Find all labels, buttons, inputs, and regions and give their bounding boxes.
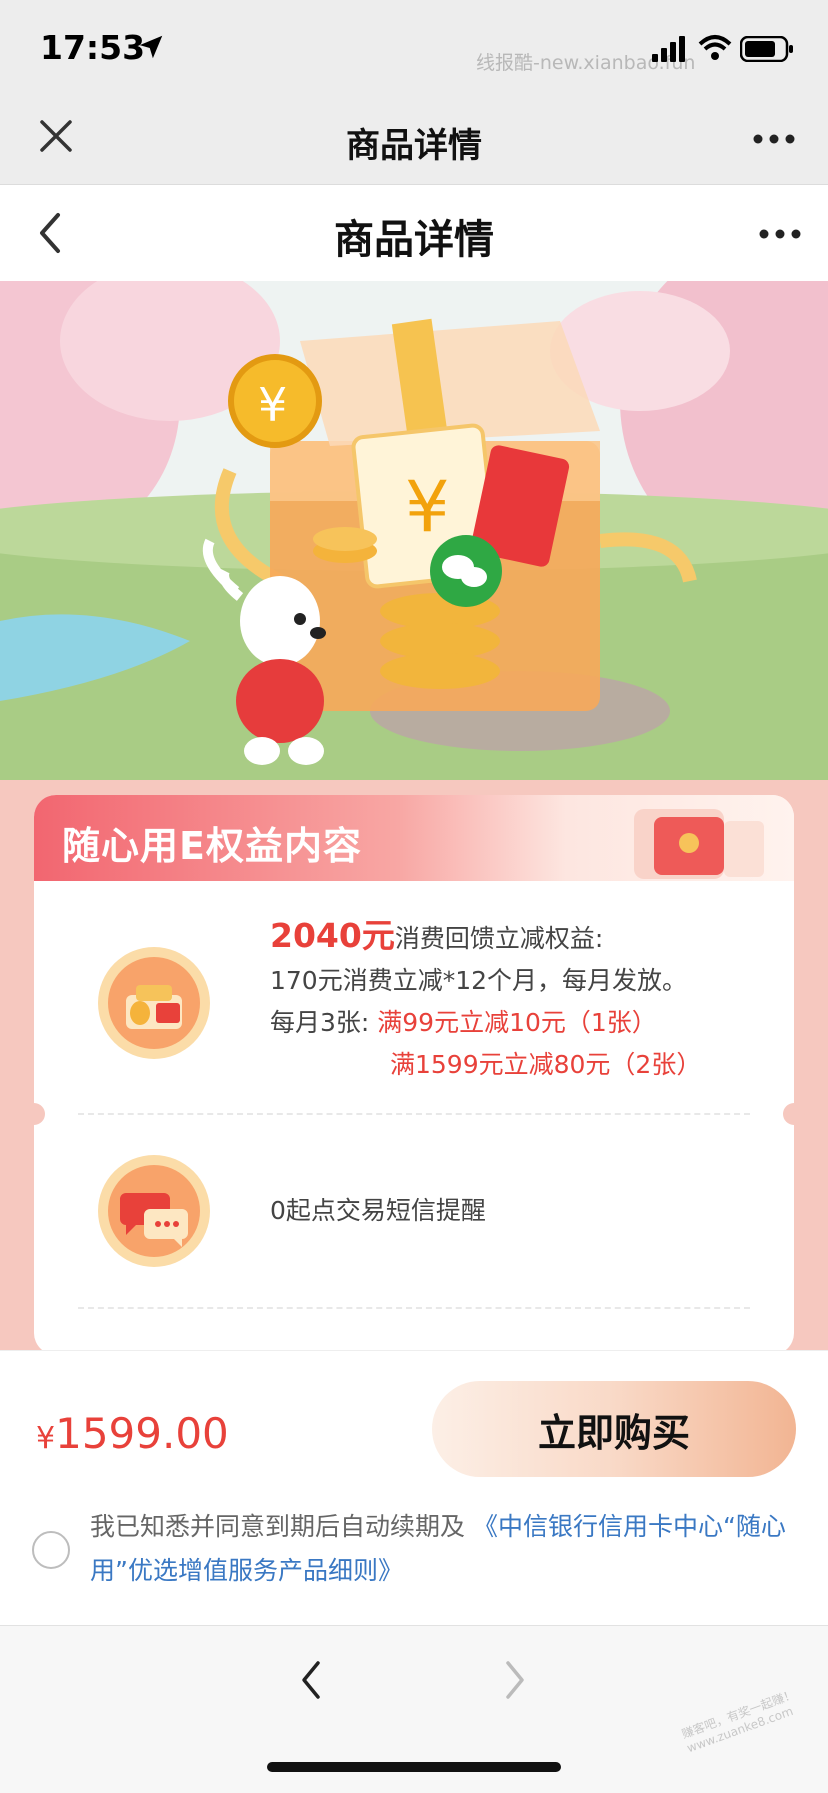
page-title: 商品详情 <box>334 217 494 263</box>
status-time: 17:53 <box>40 28 146 67</box>
benefits-title: 随心用E权益内容 <box>62 824 362 868</box>
agreement-statement: 我已知悉并同意到期后自动续期及 <box>90 1512 466 1541</box>
battery-icon <box>740 36 793 62</box>
benefit-1-amount: 2040元 <box>270 916 395 955</box>
page-nav-bar: 商品详情 <box>0 185 828 281</box>
divider <box>78 1307 750 1309</box>
price-value: 1599.00 <box>55 1409 229 1458</box>
agreement-text: 我已知悉并同意到期后自动续期及 《中信银行信用卡中心“随心用”优选增值服务产品细… <box>90 1505 802 1593</box>
sms-chat-icon <box>98 1155 210 1267</box>
benefit-1-line2: 170元消费立减*12个月，每月发放。 <box>270 966 688 995</box>
divider <box>78 1113 750 1115</box>
benefit-1-headline-suffix: 消费回馈立减权益: <box>394 924 604 953</box>
browser-title: 商品详情 <box>346 126 482 166</box>
red-envelope-decoration-icon <box>634 809 764 879</box>
location-arrow-icon <box>139 35 163 59</box>
benefits-header: 随心用E权益内容 <box>34 795 794 881</box>
wifi-icon <box>698 35 732 60</box>
more-icon[interactable] <box>758 227 802 241</box>
cellular-signal-icon <box>652 36 685 62</box>
price: ¥1599.00 <box>36 1409 229 1458</box>
chevron-left-icon[interactable] <box>296 1658 326 1702</box>
agreement-checkbox[interactable] <box>32 1531 70 1569</box>
chevron-right-icon[interactable] <box>500 1658 530 1702</box>
banner-illustration: ¥ ¥ <box>0 281 828 801</box>
browser-toolbar <box>0 1625 828 1793</box>
benefits-card: 随心用E权益内容 2040元消费回馈立减权益: 170元消费立减*12个月，每月… <box>34 795 794 1355</box>
svg-text:¥: ¥ <box>258 378 287 432</box>
promo-banner-image: ¥ ¥ <box>0 281 828 801</box>
currency-symbol: ¥ <box>36 1421 56 1456</box>
benefit-1-tier-2: 满1599元立减80元（2张） <box>390 1050 702 1079</box>
card-notch <box>23 1103 45 1125</box>
benefit-1-text: 2040元消费回馈立减权益: 170元消费立减*12个月，每月发放。 每月3张:… <box>270 915 701 1086</box>
buy-now-button[interactable]: 立即购买 <box>432 1381 796 1477</box>
home-indicator <box>267 1762 561 1772</box>
purchase-bar: ¥1599.00 立即购买 我已知悉并同意到期后自动续期及 《中信银行信用卡中心… <box>0 1350 828 1626</box>
browser-nav-bar: 商品详情 <box>0 92 828 185</box>
more-icon[interactable] <box>752 132 796 146</box>
benefit-1-tier-1: 满99元立减10元（1张） <box>377 1008 657 1037</box>
status-bar: 17:53 线报酷-new.xianbao.fun <box>0 0 828 92</box>
svg-text:¥: ¥ <box>405 466 450 548</box>
card-notch <box>783 1103 805 1125</box>
benefit-2-text: 0起点交易短信提醒 <box>270 1196 486 1225</box>
benefit-1-headline: 2040元消费回馈立减权益: <box>270 915 701 960</box>
benefit-1-line3-prefix: 每月3张: <box>270 1008 378 1037</box>
benefit-1-line3: 每月3张: 满99元立减10元（1张） <box>270 1002 701 1044</box>
gift-coupon-icon <box>98 947 210 1059</box>
